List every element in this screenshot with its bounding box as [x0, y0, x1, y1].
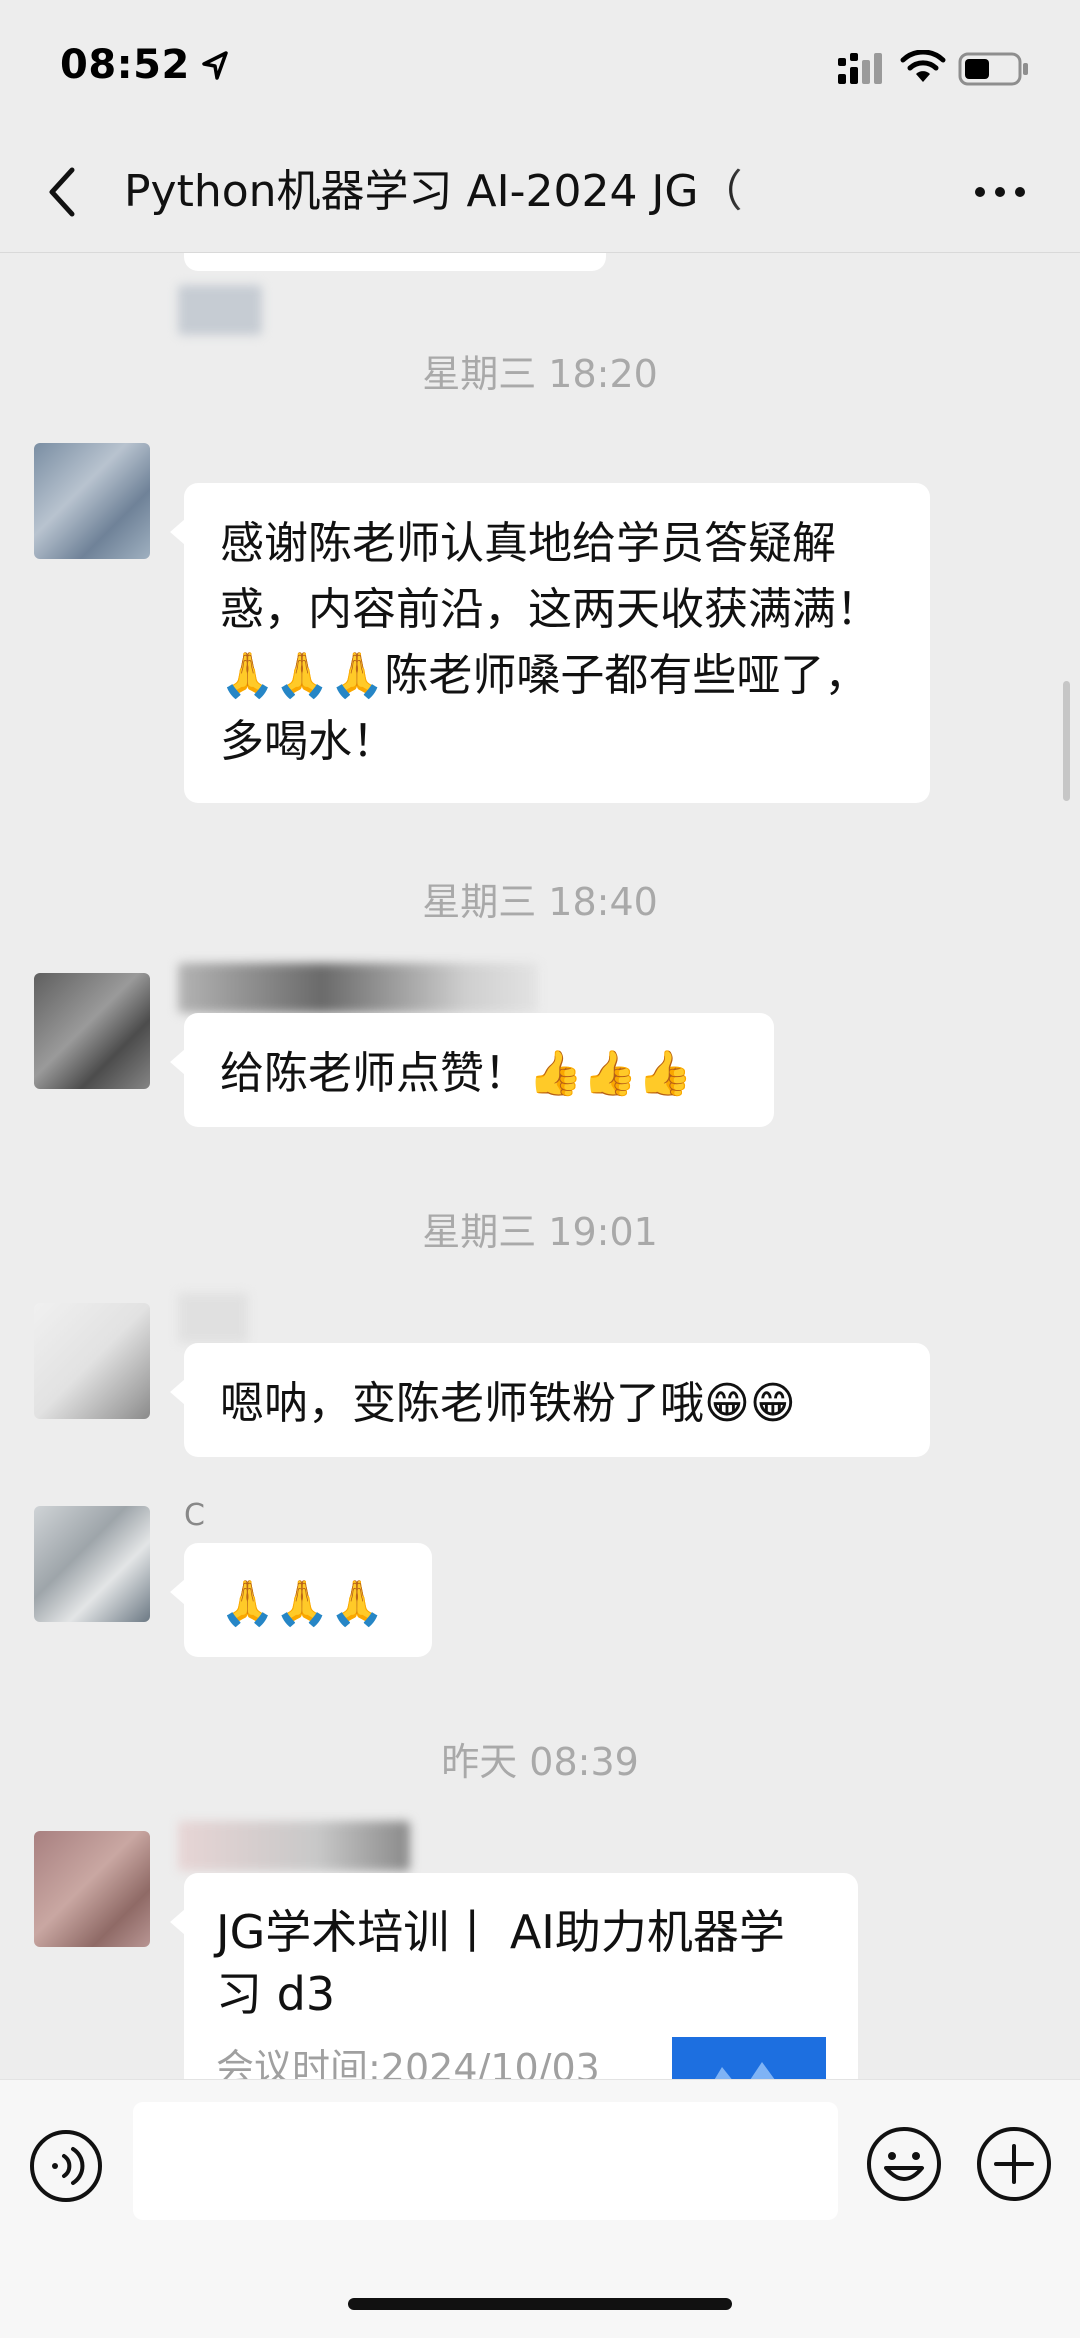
- card-title: JG学术培训丨 AI助力机器学习 d3: [216, 1905, 785, 2021]
- previous-bubble-fragment: [184, 253, 606, 271]
- chat-area[interactable]: 星期三 18:20 感谢陈老师认真地给学员答疑解惑，内容前沿，这两天收获满满！ 🙏…: [0, 253, 1080, 2079]
- more-dots-icon[interactable]: [970, 174, 1030, 210]
- meeting-card[interactable]: JG学术培训丨 AI助力机器学习 d3 会议时间:2024/10/03: [170, 1873, 858, 2079]
- avatar[interactable]: [34, 443, 150, 559]
- voice-icon[interactable]: [28, 2128, 104, 2204]
- scroll-indicator[interactable]: [1063, 681, 1070, 801]
- chat-title: Python机器学习 AI-2024 JG（: [124, 166, 743, 217]
- timestamp: 星期三 18:40: [422, 880, 658, 924]
- message-bubble[interactable]: 嗯呐，变陈老师铁粉了哦😁😁: [170, 1343, 930, 1457]
- timestamp: 昨天 08:39: [441, 1740, 639, 1784]
- sender-name: C: [184, 1498, 205, 1533]
- message-bubble[interactable]: 给陈老师点赞！👍👍👍: [170, 1013, 774, 1127]
- status-bar: 08:52: [0, 0, 1080, 130]
- sender-name-blurred: [178, 1821, 410, 1871]
- message-bubble[interactable]: 🙏🙏🙏: [170, 1543, 432, 1657]
- battery-icon: [958, 52, 1028, 86]
- message-emoji: 🙏🙏🙏: [220, 1578, 385, 1629]
- input-bar: [0, 2079, 1080, 2338]
- wifi-icon: [900, 50, 946, 82]
- timestamp: 星期三 18:20: [422, 352, 658, 396]
- message-emoji: 😁😁: [704, 1378, 796, 1429]
- message-emoji: 🙏🙏🙏: [220, 650, 385, 701]
- home-indicator[interactable]: [348, 2298, 732, 2310]
- sender-name-blurred: [178, 285, 262, 335]
- signal-icon: [838, 53, 882, 84]
- card-thumbnail: [672, 2037, 826, 2079]
- message-bubble[interactable]: 感谢陈老师认真地给学员答疑解惑，内容前沿，这两天收获满满！🙏🙏🙏陈老师嗓子都有些…: [170, 483, 930, 803]
- avatar[interactable]: [34, 1831, 150, 1947]
- timestamp: 星期三 19:01: [422, 1210, 658, 1254]
- avatar[interactable]: [34, 973, 150, 1089]
- emoji-face-icon[interactable]: [864, 2124, 944, 2204]
- message-text: 感谢陈老师认真地给学员答疑解惑，内容前沿，这两天收获满满！: [220, 518, 880, 635]
- back-chevron-icon[interactable]: [40, 162, 90, 222]
- card-meeting-time: 会议时间:2024/10/03: [216, 2046, 600, 2079]
- message-text: 嗯呐，变陈老师铁粉了哦: [220, 1378, 704, 1429]
- message-text: 给陈老师点赞！: [220, 1048, 528, 1099]
- nav-bar: Python机器学习 AI-2024 JG（: [0, 130, 1080, 253]
- sender-name-blurred: [178, 1293, 248, 1343]
- avatar[interactable]: [34, 1506, 150, 1622]
- location-arrow-icon: [202, 51, 228, 80]
- message-input[interactable]: [133, 2102, 838, 2220]
- message-emoji: 👍👍👍: [528, 1048, 693, 1099]
- status-time: 08:52: [60, 42, 190, 88]
- sender-name-blurred: [178, 963, 538, 1013]
- avatar[interactable]: [34, 1303, 150, 1419]
- plus-circle-icon[interactable]: [974, 2124, 1054, 2204]
